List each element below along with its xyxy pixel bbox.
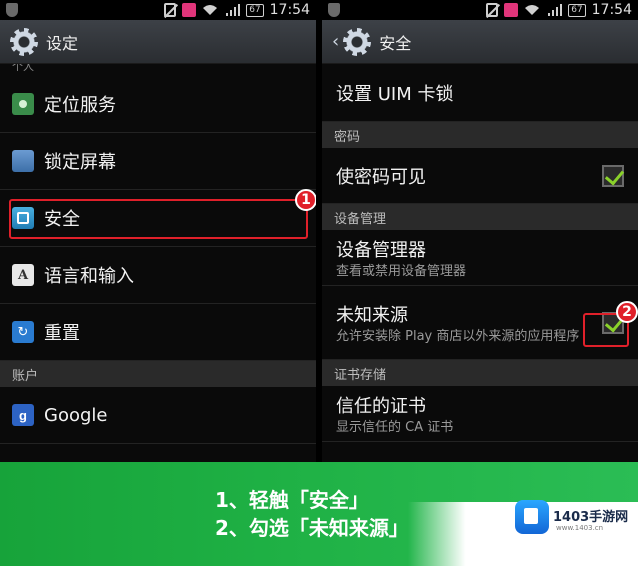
settings-item-label: 重置 (44, 323, 80, 344)
section-header-personal: 个人 (12, 64, 34, 73)
google-icon: g (12, 404, 34, 426)
settings-gear-icon (10, 27, 38, 56)
uim-lock-item[interactable]: 设置 UIM 卡锁 (322, 64, 638, 122)
trusted-credentials-subtitle: 显示信任的 CA 证书 (336, 419, 454, 435)
settings-item-language[interactable]: A 语言和输入 (0, 247, 316, 304)
settings-item-label: 锁定屏幕 (44, 152, 116, 173)
unknown-sources-title: 未知来源 (336, 304, 408, 326)
section-header-password: 密码 (322, 122, 638, 148)
wifi-icon (525, 5, 540, 15)
show-password-checkbox[interactable] (602, 164, 624, 187)
status-bar: 67 17:54 (0, 0, 316, 20)
battery-indicator: 67 (568, 3, 586, 17)
reset-icon: ↻ (12, 321, 34, 343)
settings-item-label: Google (44, 404, 108, 426)
section-header-accounts: 账户 (0, 361, 316, 387)
vibrate-icon (164, 3, 177, 17)
status-bar: 67 17:54 (322, 0, 638, 20)
settings-gear-icon (343, 27, 372, 56)
step-badge-1: 1 (295, 189, 316, 211)
signal-icon (226, 4, 241, 16)
back-chevron-icon[interactable]: ‹ (332, 31, 339, 52)
section-header-credentials: 证书存储 (322, 360, 638, 386)
step-badge-2: 2 (616, 301, 638, 323)
site-logo-text: 1403手游网 (553, 510, 629, 525)
unknown-sources-subtitle: 允许安装除 Play 商店以外来源的应用程序 (336, 328, 580, 344)
show-password-item[interactable]: 使密码可见 (322, 148, 638, 204)
instruction-step-2: 2、勾选「未知来源」 (215, 516, 409, 540)
action-bar: 设定 (0, 20, 316, 64)
shield-notification-icon (328, 3, 340, 17)
device-admin-item[interactable]: 设备管理器 查看或禁用设备管理器 (322, 230, 638, 286)
trusted-credentials-title: 信任的证书 (336, 395, 426, 417)
site-logo-icon (515, 500, 549, 534)
instruction-step-1: 1、轻触「安全」 (215, 488, 369, 512)
clock: 17:54 (591, 2, 632, 18)
vibrate-icon (486, 3, 499, 17)
settings-item-lock-screen[interactable]: 锁定屏幕 (0, 133, 316, 190)
settings-item-google[interactable]: g Google (0, 387, 316, 444)
settings-item-label: 语言和输入 (44, 266, 134, 287)
app-notification-icon (182, 3, 197, 17)
app-notification-icon (504, 3, 519, 17)
show-password-label: 使密码可见 (336, 166, 426, 188)
trusted-credentials-item[interactable]: 信任的证书 显示信任的 CA 证书 (322, 386, 638, 442)
clock: 17:54 (269, 2, 310, 18)
page-title: 设定 (46, 33, 79, 53)
highlight-security-box (9, 199, 308, 239)
site-logo-url: www.1403.cn (556, 524, 604, 532)
settings-item-location[interactable]: 定位服务 (0, 76, 316, 133)
page-title: 安全 (379, 33, 412, 53)
device-admin-title: 设备管理器 (336, 239, 426, 261)
wifi-icon (203, 5, 218, 15)
settings-item-label: 定位服务 (44, 95, 116, 116)
battery-indicator: 67 (246, 3, 264, 17)
language-icon: A (12, 264, 34, 286)
signal-icon (548, 4, 563, 16)
action-bar[interactable]: ‹ 安全 (322, 20, 638, 64)
section-header-device-admin: 设备管理 (322, 204, 638, 230)
shield-notification-icon (6, 3, 18, 17)
location-icon (12, 93, 34, 115)
lock-screen-icon (12, 150, 34, 172)
device-admin-subtitle: 查看或禁用设备管理器 (336, 263, 467, 279)
settings-item-reset[interactable]: ↻ 重置 (0, 304, 316, 361)
uim-lock-label: 设置 UIM 卡锁 (336, 83, 454, 105)
